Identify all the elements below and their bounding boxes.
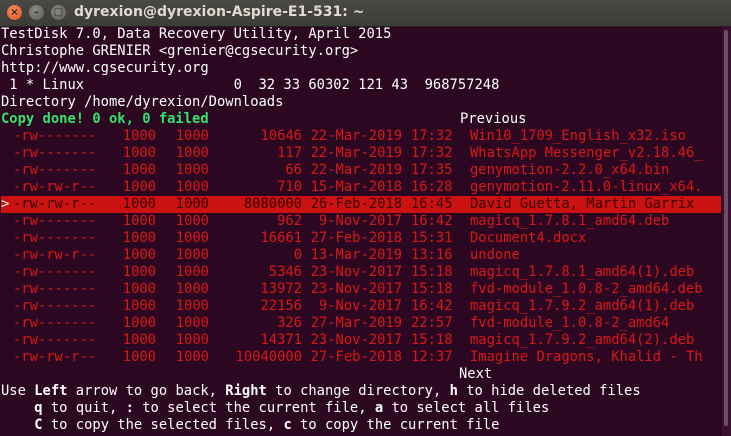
key-C: C [34,417,43,433]
help-text: to quit, [42,400,126,416]
help-text [1,417,34,433]
help-text: to select all files [383,400,550,416]
previous-page-link[interactable]: Previous [460,111,526,128]
file-row[interactable]: -rw------- 1000 1000 14371 23-Nov-2017 15:18 m… [1,332,721,349]
scrollbar-thumb[interactable] [724,30,728,426]
file-name: fvd-module_1.0.8-2_amd64.deb [470,281,703,297]
help-text: to change directory, [266,383,450,399]
file-date: 22-Mar-2019 [310,128,402,144]
file-name: undone [470,247,520,263]
file-name: Document4.docx [470,230,587,246]
file-date: 9-Nov-2017 [318,298,402,314]
file-name: magicq_1.7.8.1_amd64(1).deb [470,264,695,280]
file-date: 9-Nov-2017 [318,213,402,229]
close-window-button[interactable]: × [7,5,22,20]
file-name: magicq_1.7.9.2_amd64(2).deb [470,332,695,348]
file-name: fvd-module_1.0.8-2_amd64 [470,315,670,331]
file-row-selected[interactable]: > -rw-rw-r-- 1000 1000 8080000 26-Feb-2018 16:… [1,196,721,213]
file-time: 12:37 [411,349,453,365]
title-bar[interactable]: × – □ dyrexion@dyrexion-Aspire-E1-531: ~ [0,0,731,27]
help-text: arrow to go back, [67,383,226,399]
help-text: to hide deleted files [457,383,641,399]
file-row[interactable]: -rw------- 1000 1000 66 22-Mar-2019 17:35 geny… [1,162,721,179]
help-line-2: q to quit, : to select the current file,… [1,400,549,417]
file-date: 27-Mar-2019 [310,315,402,331]
key-h: h [449,383,458,399]
help-text: to select the current file, [133,400,375,416]
file-date: 23-Nov-2017 [310,264,402,280]
maximize-window-button[interactable]: □ [51,5,66,20]
file-time: 13:16 [411,247,453,263]
key-right: Right [225,383,267,399]
file-time: 15:18 [411,332,453,348]
file-time: 15:31 [411,230,453,246]
file-name: WhatsApp Messenger_v2.18.46_ [470,145,703,161]
partition-line: 1 * Linux 0 32 33 60302 121 43 968757248 [1,77,500,93]
directory-path: Directory /home/dyrexion/Downloads [1,94,284,110]
file-row[interactable]: -rw------- 1000 1000 117 22-Mar-2019 17:32 Wha… [1,145,721,162]
file-row[interactable]: -rw-rw-r-- 1000 1000 10040000 27-Feb-2018 12:… [1,349,721,366]
window-title: dyrexion@dyrexion-Aspire-E1-531: ~ [74,4,365,20]
file-time: 17:32 [411,128,453,144]
help-line-1: Use Left arrow to go back, Right to chan… [1,383,641,400]
help-text [1,400,34,416]
file-date: 27-Feb-2018 [310,349,402,365]
file-date: 15-Mar-2018 [310,179,402,195]
author-line: Christophe GRENIER <grenier@cgsecurity.o… [1,43,359,59]
file-time: 16:45 [411,196,453,212]
file-time: 15:18 [411,264,453,280]
website-line: http://www.cgsecurity.org [1,60,209,76]
file-name: Imagine Dragons, Khalid - Th [470,349,703,365]
file-date: 22-Mar-2019 [310,145,402,161]
copy-status: Copy done! 0 ok, 0 failed [1,111,209,127]
file-row[interactable]: -rw------- 1000 1000 962 9-Nov-2017 16:42 magi… [1,213,721,230]
file-time: 17:35 [411,162,453,178]
file-date: 26-Feb-2018 [310,196,402,212]
key-colon: : [125,400,134,416]
file-date: 13-Mar-2019 [310,247,402,263]
file-time: 16:28 [411,179,453,195]
file-time: 16:42 [411,213,453,229]
file-row[interactable]: -rw------- 1000 1000 5346 23-Nov-2017 15:18 ma… [1,264,721,281]
file-name: genymotion-2.11.0-linux_x64. [470,179,703,195]
file-date: 23-Nov-2017 [310,281,402,297]
help-line-3: C to copy the selected files, c to copy … [1,417,499,434]
key-a: a [374,400,384,416]
file-time: 15:18 [411,281,453,297]
file-time: 22:57 [411,315,453,331]
file-row[interactable]: -rw-rw-r-- 1000 1000 710 15-Mar-2018 16:28 gen… [1,179,721,196]
key-left: Left [34,383,68,399]
file-row[interactable]: -rw------- 1000 1000 326 27-Mar-2019 22:57 fvd… [1,315,721,332]
help-text: Use [1,383,35,399]
file-date: 27-Feb-2018 [310,230,402,246]
file-time: 17:32 [411,145,453,161]
file-row[interactable]: -rw-rw-r-- 1000 1000 0 13-Mar-2019 13:16 undon… [1,247,721,264]
file-name: David Guetta, Martin Garrix [470,196,695,212]
file-name: magicq_1.7.8.1_amd64.deb [470,213,670,229]
file-row[interactable]: -rw------- 1000 1000 22156 9-Nov-2017 16:42 ma… [1,298,721,315]
key-c: c [283,417,292,433]
key-q: q [34,400,43,416]
file-date: 22-Mar-2019 [310,162,402,178]
file-name: Win10_1709_English_x32.iso [470,128,686,144]
file-row[interactable]: -rw------- 1000 1000 10646 22-Mar-2019 17:32 W… [1,128,721,145]
help-text: to copy the selected files, [42,417,284,433]
file-row[interactable]: -rw------- 1000 1000 16661 27-Feb-2018 15:31 D… [1,230,721,247]
terminal-content[interactable]: TestDisk 7.0, Data Recovery Utility, Apr… [1,26,721,436]
file-time: 16:42 [411,298,453,314]
file-name: genymotion-2.2.0_x64.bin [470,162,670,178]
program-banner: TestDisk 7.0, Data Recovery Utility, Apr… [1,26,392,42]
file-name: magicq_1.7.9.2_amd64(1).deb [470,298,695,314]
next-page-link[interactable]: Next [459,366,492,383]
file-date: 23-Nov-2017 [310,332,402,348]
file-row[interactable]: -rw------- 1000 1000 13972 23-Nov-2017 15:18 f… [1,281,721,298]
terminal-window: × – □ dyrexion@dyrexion-Aspire-E1-531: ~… [0,0,731,436]
help-text: to copy the current file [291,417,500,433]
minimize-window-button[interactable]: – [29,5,44,20]
